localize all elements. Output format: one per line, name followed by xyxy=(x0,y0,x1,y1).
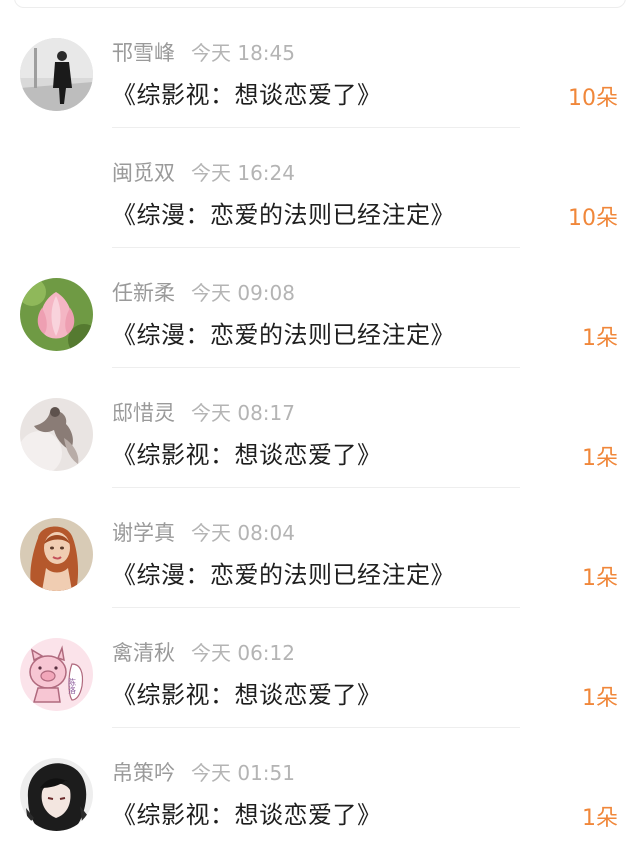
flower-count: 1朵 xyxy=(582,326,618,351)
top-card-edge xyxy=(14,0,626,8)
book-title[interactable]: 《综影视：想谈恋爱了》 xyxy=(112,798,382,832)
list-item[interactable]: 闽觅双 今天 16:24 《综漫：恋爱的法则已经注定》 10朵 xyxy=(0,128,640,248)
user-name[interactable]: 邗雪峰 xyxy=(112,41,175,65)
avatar-cartoon-pig-icon: 陈洛 xyxy=(20,638,93,711)
avatar[interactable] xyxy=(20,38,93,111)
timestamp: 今天 16:24 xyxy=(191,161,295,185)
list-item[interactable]: 谢学真 今天 08:04 《综漫：恋爱的法则已经注定》 1朵 xyxy=(0,488,640,608)
timestamp: 今天 08:04 xyxy=(191,521,295,545)
list-item[interactable]: 陈洛 禽清秋 今天 06:12 《综影视：想谈恋爱了》 1朵 xyxy=(0,608,640,728)
user-name[interactable]: 邸惜灵 xyxy=(112,401,175,425)
book-title[interactable]: 《综影视：想谈恋爱了》 xyxy=(112,678,382,712)
meta-line: 谢学真 今天 08:04 xyxy=(112,518,295,548)
user-name[interactable]: 禽清秋 xyxy=(112,641,175,665)
list-item[interactable]: 帛策吟 今天 01:51 《综影视：想谈恋爱了》 1朵 xyxy=(0,728,640,848)
meta-line: 闽觅双 今天 16:24 xyxy=(112,158,295,188)
meta-line: 邸惜灵 今天 08:17 xyxy=(112,398,295,428)
avatar[interactable] xyxy=(20,278,93,351)
avatar[interactable] xyxy=(20,758,93,831)
list-item[interactable]: 邸惜灵 今天 08:17 《综影视：想谈恋爱了》 1朵 xyxy=(0,368,640,488)
user-name[interactable]: 闽觅双 xyxy=(112,161,175,185)
flower-count: 10朵 xyxy=(568,206,618,231)
book-title[interactable]: 《综漫：恋爱的法则已经注定》 xyxy=(112,558,455,592)
avatar-red-haired-woman-icon xyxy=(20,518,93,591)
timestamp: 今天 06:12 xyxy=(191,641,295,665)
flower-count: 10朵 xyxy=(568,86,618,111)
avatar-lotus-flower-icon xyxy=(20,278,93,351)
book-title[interactable]: 《综漫：恋爱的法则已经注定》 xyxy=(112,318,455,352)
book-title[interactable]: 《综漫：恋爱的法则已经注定》 xyxy=(112,198,455,232)
avatar-dancer-silhouette-icon xyxy=(20,398,93,471)
flower-count: 1朵 xyxy=(582,686,618,711)
meta-line: 任新柔 今天 09:08 xyxy=(112,278,295,308)
timestamp: 今天 08:17 xyxy=(191,401,295,425)
flower-count: 1朵 xyxy=(582,806,618,831)
avatar-anime-dark-hair-icon xyxy=(20,758,93,831)
timestamp: 今天 09:08 xyxy=(191,281,295,305)
meta-line: 帛策吟 今天 01:51 xyxy=(112,758,295,788)
reward-list-page: 邗雪峰 今天 18:45 《综影视：想谈恋爱了》 10朵 闽觅双 今天 16:24 … xyxy=(0,0,640,856)
timestamp: 今天 01:51 xyxy=(191,761,295,785)
user-name[interactable]: 谢学真 xyxy=(112,521,175,545)
meta-line: 邗雪峰 今天 18:45 xyxy=(112,38,295,68)
avatar[interactable]: 陈洛 xyxy=(20,638,93,711)
avatar[interactable] xyxy=(20,518,93,591)
avatar-caption: 陈洛 xyxy=(68,677,77,695)
flower-count: 1朵 xyxy=(582,566,618,591)
avatar[interactable] xyxy=(20,398,93,471)
flower-count: 1朵 xyxy=(582,446,618,471)
book-title[interactable]: 《综影视：想谈恋爱了》 xyxy=(112,78,382,112)
list-item[interactable]: 邗雪峰 今天 18:45 《综影视：想谈恋爱了》 10朵 xyxy=(0,8,640,128)
book-title[interactable]: 《综影视：想谈恋爱了》 xyxy=(112,438,382,472)
user-name[interactable]: 任新柔 xyxy=(112,281,175,305)
list-item[interactable]: 任新柔 今天 09:08 《综漫：恋爱的法则已经注定》 1朵 xyxy=(0,248,640,368)
user-name[interactable]: 帛策吟 xyxy=(112,761,175,785)
avatar-man-in-black-coat-icon xyxy=(20,38,93,111)
meta-line: 禽清秋 今天 06:12 xyxy=(112,638,295,668)
timestamp: 今天 18:45 xyxy=(191,41,295,65)
